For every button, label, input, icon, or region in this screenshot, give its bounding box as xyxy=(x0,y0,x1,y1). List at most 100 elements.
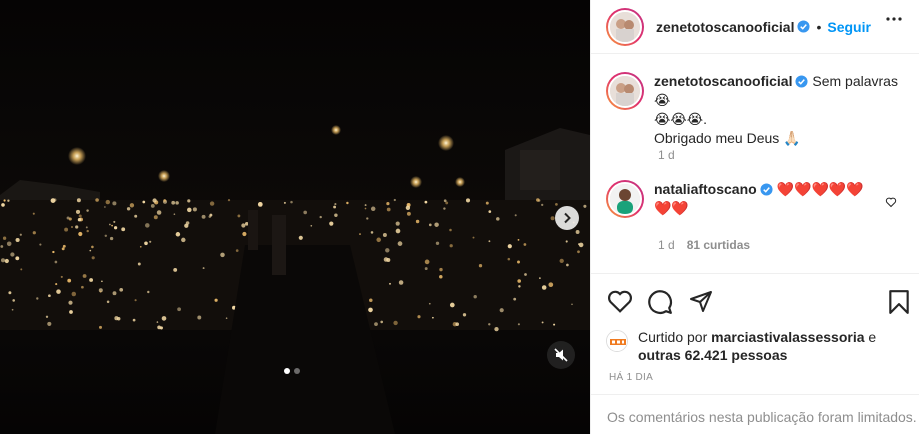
phone-light xyxy=(0,258,6,263)
caption-text: zenetotoscanooficial Sem palavras😭 😭😭😭. … xyxy=(654,72,904,148)
phone-light xyxy=(555,203,558,206)
phone-light xyxy=(513,297,517,301)
phone-light xyxy=(142,200,146,204)
phone-light xyxy=(346,201,349,205)
phone-light xyxy=(507,244,512,249)
phone-light xyxy=(78,214,82,218)
phone-light xyxy=(71,291,77,297)
heart-icon[interactable] xyxy=(607,289,633,313)
phone-light xyxy=(32,231,36,235)
comment-icon[interactable] xyxy=(647,289,673,315)
phone-light xyxy=(428,223,432,227)
phone-light xyxy=(566,263,569,267)
phone-light xyxy=(161,316,167,321)
phone-light xyxy=(242,231,247,237)
phone-light xyxy=(298,235,303,240)
phone-light xyxy=(19,233,22,236)
phone-light xyxy=(111,224,113,227)
phone-light xyxy=(578,242,584,248)
phone-light xyxy=(156,321,159,323)
comment-likes-count[interactable]: 81 curtidas xyxy=(687,238,750,252)
author-avatar[interactable] xyxy=(606,7,644,46)
phone-light xyxy=(398,280,404,285)
share-icon[interactable] xyxy=(689,289,713,313)
comment-timestamp[interactable]: 1 d xyxy=(658,238,675,252)
phone-light xyxy=(424,259,430,265)
phone-light xyxy=(283,201,286,204)
phone-light xyxy=(565,240,568,243)
bookmark-icon[interactable] xyxy=(888,289,910,315)
phone-light xyxy=(7,199,10,202)
phone-light xyxy=(517,279,522,283)
phone-light xyxy=(374,322,378,326)
verified-badge-icon xyxy=(797,20,811,33)
post-side-panel: zenetotoscanooficial • Seguir zenetotosc… xyxy=(590,0,919,434)
phone-light xyxy=(514,214,517,217)
liked-by-connector: e xyxy=(868,329,877,345)
phone-light xyxy=(116,316,121,321)
post-media-video[interactable] xyxy=(0,0,590,434)
caption-timestamp[interactable]: 1 d xyxy=(658,148,675,162)
phone-light xyxy=(3,199,6,202)
comment-item: nataliaftoscano ❤️❤️❤️❤️❤️ ❤️❤️ xyxy=(606,180,906,218)
phone-light xyxy=(75,209,81,214)
comment-like-heart-icon[interactable] xyxy=(885,196,897,208)
phone-light xyxy=(237,214,241,218)
phone-light xyxy=(99,290,102,293)
post-timestamp[interactable]: HÁ 1 DIA xyxy=(609,372,653,383)
phone-light xyxy=(577,250,580,254)
phone-light xyxy=(69,310,73,314)
phone-light xyxy=(50,198,56,203)
muted-speaker-icon xyxy=(554,348,568,362)
phone-light xyxy=(156,210,162,215)
commenter-username[interactable]: nataliaftoscano xyxy=(654,181,757,197)
phone-light xyxy=(98,325,103,329)
phone-light xyxy=(185,221,190,225)
phone-light xyxy=(376,237,381,243)
phone-light xyxy=(385,248,390,253)
phone-light xyxy=(109,236,114,241)
author-username[interactable]: zenetotoscanooficial xyxy=(656,19,794,35)
liked-by-text: Curtido por marciastivalassessoria e out… xyxy=(638,328,898,364)
more-options-icon[interactable] xyxy=(885,16,903,22)
phone-light xyxy=(449,302,455,308)
phone-light xyxy=(45,315,49,318)
phone-light xyxy=(67,278,72,283)
phone-light xyxy=(91,256,95,260)
commenter-avatar[interactable] xyxy=(606,180,644,218)
phone-light xyxy=(382,233,387,237)
phone-light xyxy=(488,210,492,213)
carousel-next-button[interactable] xyxy=(555,206,579,230)
phone-light xyxy=(449,244,453,248)
phone-light xyxy=(214,298,218,302)
caption-line-2: 😭😭😭. xyxy=(654,111,707,127)
caption-username[interactable]: zenetotoscanooficial xyxy=(654,73,792,89)
liker-avatar[interactable] xyxy=(606,330,628,352)
caption-line-3: Obrigado meu Deus 🙏🏻 xyxy=(654,130,801,146)
liked-by-user[interactable]: marciastivalassessoria xyxy=(711,329,864,345)
phone-light xyxy=(359,233,361,236)
caption-author-avatar[interactable] xyxy=(606,72,644,110)
phone-light xyxy=(76,198,81,203)
comments-limited-notice: Os comentários nesta publicação foram li… xyxy=(591,394,919,434)
phone-light xyxy=(370,206,376,212)
phone-light xyxy=(473,295,477,299)
follow-button[interactable]: Seguir xyxy=(827,19,871,35)
phone-light xyxy=(187,199,191,203)
phone-light xyxy=(208,215,212,218)
liked-by-others[interactable]: outras 62.421 pessoas xyxy=(638,347,787,363)
phone-light xyxy=(389,282,391,285)
phone-light xyxy=(171,200,176,205)
phone-light xyxy=(424,200,428,204)
phone-light xyxy=(157,325,161,330)
phone-light xyxy=(106,300,110,304)
phone-light xyxy=(181,237,186,243)
phone-light xyxy=(523,243,527,246)
mute-toggle-button[interactable] xyxy=(547,341,575,369)
phone-light xyxy=(488,240,491,243)
phone-light xyxy=(310,224,313,227)
phone-light xyxy=(104,234,108,238)
phone-light xyxy=(71,226,73,228)
phone-light xyxy=(101,280,103,283)
phone-light xyxy=(571,303,573,306)
